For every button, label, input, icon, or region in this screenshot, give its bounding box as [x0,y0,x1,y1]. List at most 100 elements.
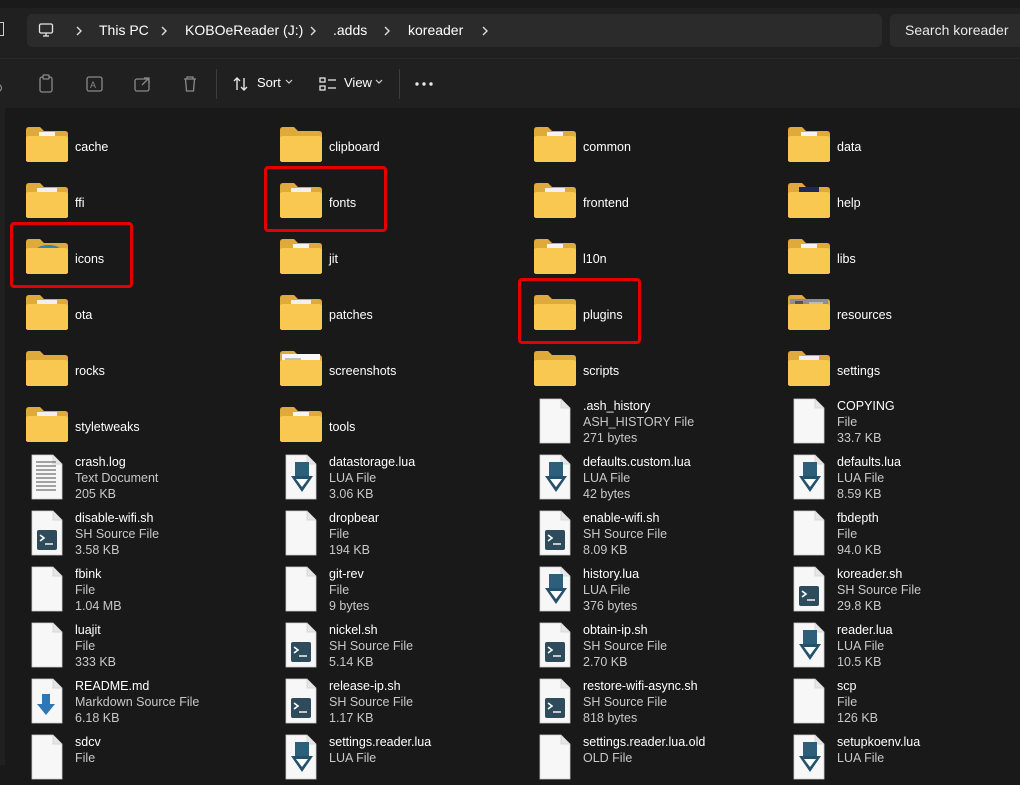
folder-item[interactable]: patches [279,290,519,340]
file-text: settings.reader.lua.old OLD File [583,732,773,782]
file-text: scp File 126 KB [837,676,1020,726]
chevron-down-icon[interactable] [285,78,293,86]
file-size: 818 bytes [583,711,638,725]
file-item[interactable]: setupkoenv.lua LUA File [787,732,1020,782]
file-item[interactable]: settings.reader.lua LUA File [279,732,519,782]
window-top-edge [0,0,1020,8]
lua-file-icon [279,452,329,502]
back-glyph-icon[interactable] [0,22,4,36]
file-text: defaults.lua LUA File 8.59 KB [837,452,1020,502]
command-toolbar: A Sort View [0,58,1020,109]
sort-button[interactable]: Sort [257,75,281,90]
rename-icon[interactable]: A [85,74,105,94]
breadcrumb-koreader[interactable]: koreader [408,22,463,38]
share-icon[interactable] [133,74,153,94]
file-name: crash.log [75,455,126,469]
lua-file-icon [787,620,837,670]
file-text: datastorage.lua LUA File 3.06 KB [329,452,519,502]
folder-item[interactable]: data [787,122,1020,172]
file-item[interactable]: nickel.sh SH Source File 5.14 KB [279,620,519,670]
search-box[interactable]: Search koreader [890,14,1020,47]
folder-item[interactable]: cache [25,122,265,172]
file-item[interactable]: luajit File 333 KB [25,620,265,670]
folder-item[interactable]: rocks [25,346,265,396]
file-item[interactable]: crash.log Text Document 205 KB [25,452,265,502]
folder-item[interactable]: clipboard [279,122,519,172]
folder-icon [279,234,329,284]
folder-item[interactable]: scripts [533,346,773,396]
file-item[interactable]: defaults.lua LUA File 8.59 KB [787,452,1020,502]
file-item[interactable]: scp File 126 KB [787,676,1020,726]
more-options-icon[interactable] [414,81,434,87]
file-item[interactable]: release-ip.sh SH Source File 1.17 KB [279,676,519,726]
folder-item[interactable]: screenshots [279,346,519,396]
breadcrumb-adds[interactable]: .adds [333,22,367,38]
file-text: .ash_history ASH_HISTORY File 271 bytes [583,396,773,446]
file-item[interactable]: COPYING File 33.7 KB [787,396,1020,446]
file-name: nickel.sh [329,623,378,637]
file-name: dropbear [329,511,380,525]
folder-icon [533,346,583,396]
view-button[interactable]: View [344,75,372,90]
cut-icon[interactable] [0,74,6,94]
chevron-right-icon[interactable] [382,25,392,37]
file-name: scp [837,679,857,693]
file-item[interactable]: sdcv File [25,732,265,782]
file-item[interactable]: defaults.custom.lua LUA File 42 bytes [533,452,773,502]
chevron-down-icon[interactable] [375,78,383,86]
folder-item[interactable]: l10n [533,234,773,284]
file-text: nickel.sh SH Source File 5.14 KB [329,620,519,670]
folder-item[interactable]: help [787,178,1020,228]
file-item[interactable]: datastorage.lua LUA File 3.06 KB [279,452,519,502]
folder-item[interactable]: frontend [533,178,773,228]
copy-icon[interactable] [37,74,55,94]
breadcrumb-drive[interactable]: KOBOeReader (J:) [185,22,303,38]
folder-item[interactable]: common [533,122,773,172]
view-icon[interactable] [319,74,337,94]
file-item[interactable]: fbdepth File 94.0 KB [787,508,1020,558]
folder-icon [25,122,75,172]
file-type: File [837,527,858,541]
svg-text:A: A [90,80,96,90]
folder-item[interactable]: jit [279,234,519,284]
shell-file-icon [533,620,583,670]
folder-item[interactable]: settings [787,346,1020,396]
chevron-right-icon[interactable] [74,25,84,37]
text-file-icon [25,452,75,502]
file-item[interactable]: dropbear File 194 KB [279,508,519,558]
file-item[interactable]: history.lua LUA File 376 bytes [533,564,773,614]
file-size: 333 KB [75,655,117,669]
folder-item[interactable]: ota [25,290,265,340]
sort-icon[interactable] [232,74,250,94]
file-item[interactable]: git-rev File 9 bytes [279,564,519,614]
file-type: SH Source File [329,639,414,653]
folder-item[interactable]: resources [787,290,1020,340]
file-text: dropbear File 194 KB [329,508,519,558]
file-item[interactable]: README.md Markdown Source File 6.18 KB [25,676,265,726]
file-item[interactable]: enable-wifi.sh SH Source File 8.09 KB [533,508,773,558]
file-item[interactable]: koreader.sh SH Source File 29.8 KB [787,564,1020,614]
chevron-right-icon[interactable] [308,25,318,37]
file-text: README.md Markdown Source File 6.18 KB [75,676,265,726]
folder-item[interactable]: libs [787,234,1020,284]
folder-item[interactable]: tools [279,402,519,452]
folder-name: patches [329,308,373,322]
chevron-right-icon[interactable] [159,25,169,37]
folder-item[interactable]: styletweaks [25,402,265,452]
folder-text: data [837,122,1020,172]
delete-icon[interactable] [181,74,199,94]
file-type: LUA File [329,751,377,765]
breadcrumb-this-pc[interactable]: This PC [99,22,149,38]
file-item[interactable]: fbink File 1.04 MB [25,564,265,614]
folder-name: frontend [583,196,629,210]
file-item[interactable]: obtain-ip.sh SH Source File 2.70 KB [533,620,773,670]
file-item[interactable]: disable-wifi.sh SH Source File 3.58 KB [25,508,265,558]
file-item[interactable]: settings.reader.lua.old OLD File [533,732,773,782]
address-bar[interactable]: This PC KOBOeReader (J:) .adds koreader [27,14,882,47]
folder-text: tools [329,402,519,452]
file-item[interactable]: .ash_history ASH_HISTORY File 271 bytes [533,396,773,446]
folder-item[interactable]: ffi [25,178,265,228]
chevron-right-icon[interactable] [480,25,490,37]
file-item[interactable]: reader.lua LUA File 10.5 KB [787,620,1020,670]
file-item[interactable]: restore-wifi-async.sh SH Source File 818 b… [533,676,773,726]
